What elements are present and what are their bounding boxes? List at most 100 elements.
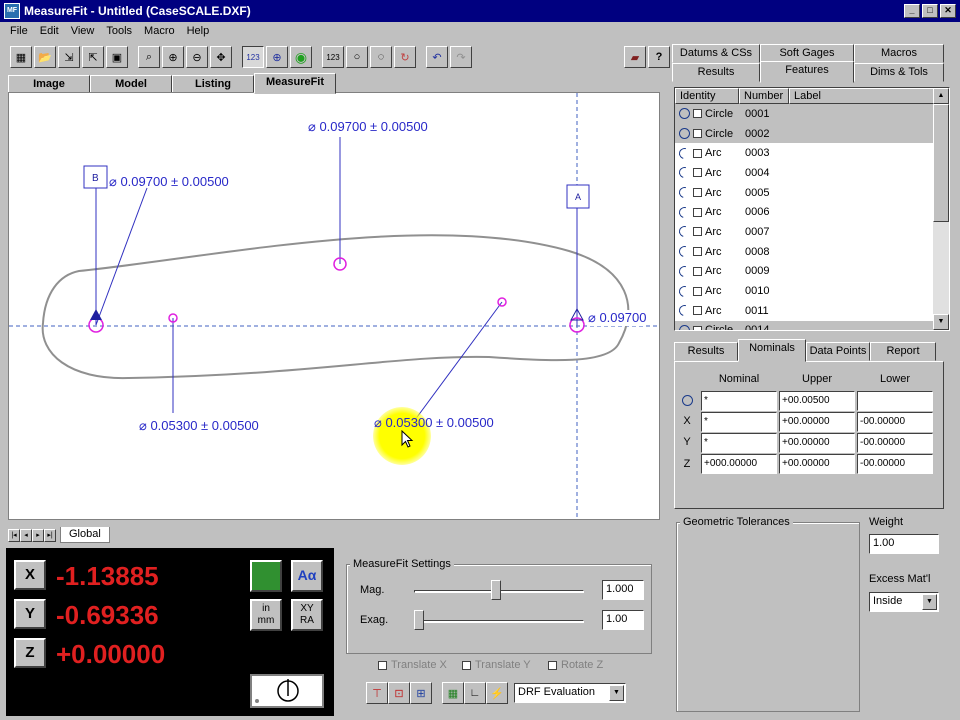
last-page-icon[interactable]: ▸|: [44, 528, 56, 542]
lower-z-field[interactable]: -00.00000: [857, 454, 933, 474]
minimize-button[interactable]: _: [904, 4, 920, 18]
feature-checkbox[interactable]: [693, 266, 702, 276]
pan-icon[interactable]: ✥: [210, 46, 232, 68]
tab-dims-tols[interactable]: Dims & Tols: [854, 63, 944, 82]
subtab-nominals[interactable]: Nominals: [738, 339, 806, 362]
target-icon[interactable]: ◉: [290, 46, 312, 68]
maximize-button[interactable]: □: [922, 4, 938, 18]
fit-3-icon[interactable]: ⊞: [410, 682, 432, 704]
menu-file[interactable]: File: [4, 25, 34, 37]
scroll-down-icon[interactable]: ▼: [933, 314, 949, 330]
feature-checkbox[interactable]: [693, 306, 702, 316]
chevron-down-icon[interactable]: ▼: [609, 685, 624, 701]
prev-page-icon[interactable]: ◂: [20, 528, 32, 542]
subtab-data-points[interactable]: Data Points: [806, 342, 870, 361]
zoom-in-icon[interactable]: ⊕: [162, 46, 184, 68]
dimension-icon[interactable]: 123: [242, 46, 264, 68]
list-item[interactable]: Arc 0003: [675, 143, 949, 163]
menu-edit[interactable]: Edit: [34, 25, 65, 37]
list-item[interactable]: Arc 0008: [675, 242, 949, 262]
font-size-icon[interactable]: Aα: [291, 560, 323, 592]
list-item[interactable]: Arc 0007: [675, 222, 949, 242]
export-icon[interactable]: ⇱: [82, 46, 104, 68]
undo-icon[interactable]: ↶: [426, 46, 448, 68]
lightning-icon[interactable]: ⚡: [486, 682, 508, 704]
col-identity[interactable]: Identity: [675, 88, 739, 104]
nominal-diameter-field[interactable]: *: [701, 391, 777, 411]
tab-model[interactable]: Model: [90, 75, 172, 93]
lower-x-field[interactable]: -00.00000: [857, 412, 933, 432]
axes-icon[interactable]: ∟: [464, 682, 486, 704]
dim-diameter-4[interactable]: ⌀ 0.05300 ± 0.00500: [139, 418, 259, 434]
list-item[interactable]: Arc 0011: [675, 301, 949, 321]
tab-results[interactable]: Results: [672, 63, 760, 82]
scroll-up-icon[interactable]: ▲: [933, 88, 949, 104]
list-item[interactable]: Arc 0006: [675, 202, 949, 222]
tab-measurefit[interactable]: MeasureFit: [254, 73, 336, 94]
list-item[interactable]: Circle 0001: [675, 104, 949, 124]
exag-slider-thumb[interactable]: [414, 610, 424, 630]
feature-checkbox[interactable]: [693, 188, 702, 198]
menu-tools[interactable]: Tools: [100, 25, 138, 37]
menu-help[interactable]: Help: [181, 25, 216, 37]
dimension-2-icon[interactable]: 123: [322, 46, 344, 68]
tab-macros[interactable]: Macros: [854, 44, 944, 63]
subtab-results[interactable]: Results: [674, 342, 738, 361]
list-item[interactable]: Arc 0009: [675, 262, 949, 282]
feature-checkbox[interactable]: [693, 227, 702, 237]
new-doc-icon[interactable]: ▦: [10, 46, 32, 68]
redo-icon[interactable]: ↷: [450, 46, 472, 68]
feature-checkbox[interactable]: [693, 207, 702, 217]
circle-icon[interactable]: ○: [346, 46, 368, 68]
excess-chevron-down-icon[interactable]: ▼: [922, 594, 937, 610]
col-label[interactable]: Label: [789, 88, 935, 104]
feature-checkbox[interactable]: [693, 168, 702, 178]
exag-input[interactable]: 1.00: [602, 610, 644, 630]
close-button[interactable]: ✕: [940, 4, 956, 18]
calculator-icon[interactable]: ▦: [442, 682, 464, 704]
feature-checkbox[interactable]: [693, 109, 702, 119]
upper-z-field[interactable]: +00.00000: [779, 454, 855, 474]
dim-diameter-1[interactable]: ⌀ 0.09700 ± 0.00500: [109, 174, 229, 190]
coord-toggle-button[interactable]: XY RA: [291, 599, 323, 631]
fit-2-icon[interactable]: ⊡: [388, 682, 410, 704]
tab-datums[interactable]: Datums & CSs: [672, 44, 760, 63]
tab-global[interactable]: Global: [60, 527, 110, 543]
zoom-window-icon[interactable]: ⌕: [138, 46, 160, 68]
rotate-z-check[interactable]: Rotate Z: [548, 659, 603, 671]
drawing-canvas[interactable]: ⌀ 0.09700 ± 0.00500 ⌀ 0.09700 ± 0.00500 …: [8, 92, 660, 520]
tab-image[interactable]: Image: [8, 75, 90, 93]
list-item[interactable]: Circle 0002: [675, 123, 949, 144]
lower-diameter-field[interactable]: [857, 391, 933, 411]
save-icon[interactable]: ▣: [106, 46, 128, 68]
exag-slider-track[interactable]: [414, 620, 584, 623]
nominal-x-field[interactable]: *: [701, 412, 777, 432]
book-icon[interactable]: ▰: [624, 46, 646, 68]
weight-input[interactable]: 1.00: [869, 534, 939, 554]
nominal-y-field[interactable]: *: [701, 433, 777, 453]
unit-toggle-button[interactable]: in mm: [250, 599, 282, 631]
probe-button[interactable]: [250, 674, 324, 708]
center-icon[interactable]: ⊕: [266, 46, 288, 68]
tab-features[interactable]: Features: [760, 61, 854, 83]
dim-diameter-5[interactable]: ⌀ 0.05300 ± 0.00500: [374, 415, 494, 431]
translate-y-check[interactable]: Translate Y: [462, 659, 531, 671]
list-item[interactable]: Arc 0005: [675, 183, 949, 203]
dim-diameter-3[interactable]: ⌀ 0.09700: [588, 310, 647, 326]
import-icon[interactable]: ⇲: [58, 46, 80, 68]
zoom-out-icon[interactable]: ⊖: [186, 46, 208, 68]
mag-input[interactable]: 1.000: [602, 580, 644, 600]
dim-diameter-2[interactable]: ⌀ 0.09700 ± 0.00500: [308, 119, 428, 135]
translate-x-check[interactable]: Translate X: [378, 659, 447, 671]
scroll-thumb[interactable]: [933, 104, 949, 222]
upper-x-field[interactable]: +00.00000: [779, 412, 855, 432]
feature-checkbox[interactable]: [693, 286, 702, 296]
lower-y-field[interactable]: -00.00000: [857, 433, 933, 453]
col-number[interactable]: Number: [739, 88, 789, 104]
feature-checkbox[interactable]: [693, 129, 702, 139]
first-page-icon[interactable]: |◂: [8, 528, 20, 542]
feature-checkbox[interactable]: [693, 148, 702, 158]
rotate-icon[interactable]: ↻: [394, 46, 416, 68]
evaluation-select[interactable]: DRF Evaluation ▼: [514, 683, 626, 703]
feature-checkbox[interactable]: [693, 325, 702, 330]
